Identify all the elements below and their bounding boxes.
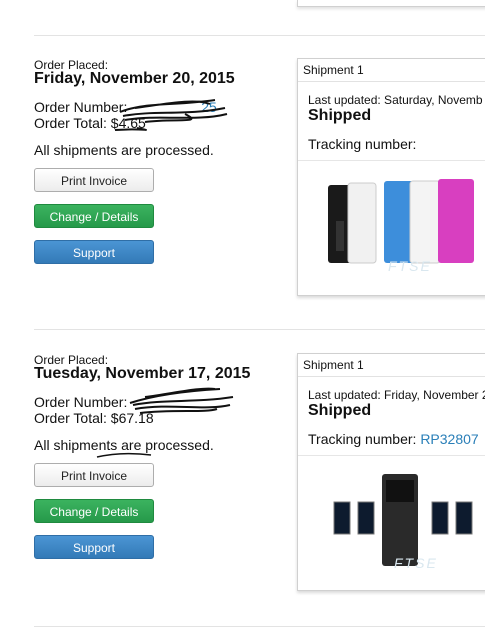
tracking-number-label: Tracking number: [308, 431, 417, 447]
order-date: Friday, November 20, 2015 [34, 70, 235, 87]
order-number: Order Number: 25 [34, 99, 217, 115]
svg-text:FTSE: FTSE [394, 555, 438, 571]
order-total-value: $67.18 [110, 410, 154, 426]
shipment-card: Shipment 1 Last updated: Friday, Novembe… [297, 353, 485, 591]
order-total-label: Order Total: [34, 410, 107, 426]
shipment-status: Shipped [308, 402, 372, 419]
change-details-button[interactable]: Change / Details [34, 499, 154, 523]
product-image-silicone-cases[interactable]: FTSE [298, 161, 485, 295]
order-total-label: Order Total: [34, 115, 107, 131]
change-details-button[interactable]: Change / Details [34, 204, 154, 228]
shipment-header: Shipment 1 [298, 59, 485, 82]
print-invoice-button[interactable]: Print Invoice [34, 463, 154, 487]
order-total: Order Total: $67.18 [34, 410, 154, 426]
order-date: Tuesday, November 17, 2015 [34, 365, 251, 382]
tracking-number: Tracking number: [308, 136, 416, 152]
last-updated-text: Last updated: Friday, November 2 [308, 388, 485, 402]
shipment-card: Shipment 1 Last updated: Saturday, Novem… [297, 58, 485, 296]
svg-text:FTSE: FTSE [388, 258, 432, 274]
support-button[interactable]: Support [34, 240, 154, 264]
order-divider [34, 329, 485, 330]
shipment-header: Shipment 1 [298, 354, 485, 377]
order-number-label: Order Number: [34, 394, 128, 410]
support-button[interactable]: Support [34, 535, 154, 559]
order-number-link[interactable]: 25 [201, 99, 217, 115]
last-updated-text: Last updated: Saturday, Novemb [308, 93, 483, 107]
print-invoice-button[interactable]: Print Invoice [34, 168, 154, 192]
tracking-number: Tracking number: RP32807 [308, 431, 479, 447]
shipments-processed-text: All shipments are processed. [34, 437, 214, 453]
order-block: Order Placed: Friday, November 20, 2015 … [0, 58, 485, 318]
order-divider [34, 35, 485, 36]
tracking-number-label: Tracking number: [308, 136, 417, 152]
order-total-value: $4.65 [110, 115, 146, 131]
shipments-processed-text: All shipments are processed. [34, 142, 214, 158]
order-number-label: Order Number: [34, 99, 128, 115]
order-block: Order Placed: Tuesday, November 17, 2015… [0, 353, 485, 613]
product-image-vape-mod[interactable]: FTSE [298, 456, 485, 590]
order-total: Order Total: $4.65 [34, 115, 146, 131]
tracking-number-link[interactable]: RP32807 [420, 431, 478, 447]
order-divider [34, 626, 485, 627]
order-number: Order Number: [34, 394, 127, 410]
previous-shipment-card [297, 0, 485, 7]
shipment-status: Shipped [308, 107, 372, 124]
